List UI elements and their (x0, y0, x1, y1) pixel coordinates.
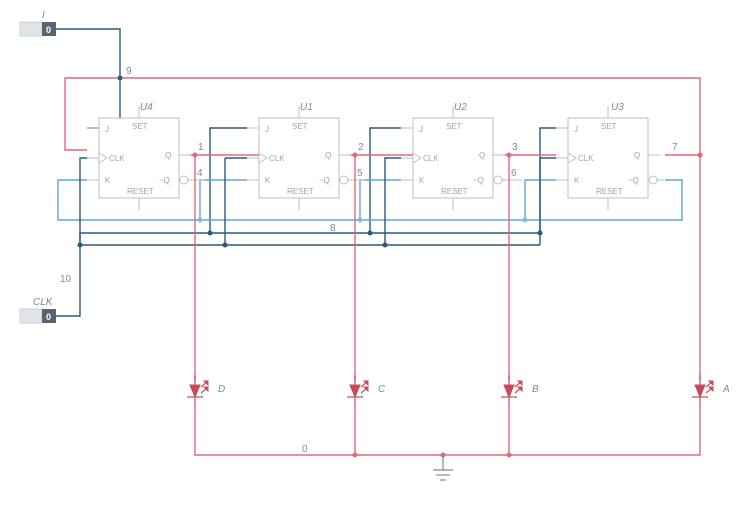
svg-text:SET: SET (601, 122, 617, 131)
chip-U4: J CLK K Q ~Q SET RESET (87, 106, 195, 210)
net5-label: 5 (357, 168, 363, 179)
svg-text:Q: Q (479, 151, 485, 160)
svg-text:~Q: ~Q (473, 176, 484, 185)
svg-text:~Q: ~Q (319, 176, 330, 185)
svg-text:~Q: ~Q (628, 176, 639, 185)
chip-U2-label: U2 (454, 102, 467, 113)
svg-text:J: J (419, 125, 423, 134)
led-B-label: B (532, 384, 539, 395)
svg-text:Q: Q (634, 151, 640, 160)
chip-U4-label: U4 (140, 102, 153, 113)
svg-text:RESET: RESET (127, 187, 154, 196)
led-A (692, 375, 713, 407)
svg-text:CLK: CLK (109, 154, 125, 163)
led-C (347, 375, 368, 407)
svg-text:SET: SET (132, 122, 148, 131)
svg-text:K: K (574, 176, 580, 185)
svg-text:SET: SET (446, 122, 462, 131)
input-CLK[interactable]: CLK 0 (20, 297, 56, 323)
svg-text:~Q: ~Q (159, 176, 170, 185)
chip-U3: J CLK K Q ~Q SET RESET (556, 106, 664, 210)
svg-text:RESET: RESET (287, 187, 314, 196)
svg-text:J: J (105, 125, 109, 134)
svg-text:CLK: CLK (423, 154, 439, 163)
ground-symbol (433, 455, 453, 480)
net1-label: 1 (198, 142, 204, 153)
net8-label: 8 (330, 223, 336, 234)
input-I[interactable]: I 0 (20, 10, 56, 36)
svg-text:CLK: CLK (578, 154, 594, 163)
svg-text:RESET: RESET (441, 187, 468, 196)
chip-U1-label: U1 (300, 102, 313, 113)
led-B (501, 375, 522, 407)
chip-U3-label: U3 (611, 102, 624, 113)
svg-text:0: 0 (46, 312, 51, 322)
chip-U1: J CLK K Q ~Q SET RESET (247, 106, 355, 210)
svg-text:Q: Q (325, 151, 331, 160)
svg-text:I: I (42, 10, 45, 21)
svg-text:0: 0 (46, 25, 51, 35)
svg-text:CLK: CLK (269, 154, 285, 163)
svg-text:Q: Q (165, 151, 171, 160)
svg-text:K: K (105, 176, 111, 185)
svg-text:K: K (265, 176, 271, 185)
svg-text:J: J (265, 125, 269, 134)
led-A-label: A (722, 384, 730, 395)
led-C-label: C (378, 384, 386, 395)
net2-label: 2 (358, 142, 364, 153)
net4-label: 4 (197, 168, 203, 179)
net9-label: 9 (126, 66, 132, 77)
net7-label: 7 (672, 142, 678, 153)
led-D-label: D (218, 384, 225, 395)
svg-text:K: K (419, 176, 425, 185)
net10-label: 10 (60, 274, 72, 285)
chip-U2: J CLK K Q ~Q SET RESET (401, 106, 509, 210)
svg-text:J: J (574, 125, 578, 134)
net0-label: 0 (302, 444, 308, 455)
svg-text:SET: SET (292, 122, 308, 131)
net3-label: 3 (512, 142, 518, 153)
svg-text:CLK: CLK (33, 297, 54, 308)
svg-text:RESET: RESET (596, 187, 623, 196)
led-D (187, 375, 208, 407)
schematic-canvas: I 0 9 CLK 0 10 8 J CLK K Q ~Q SET RESET … (0, 0, 752, 509)
net6-label: 6 (511, 168, 517, 179)
